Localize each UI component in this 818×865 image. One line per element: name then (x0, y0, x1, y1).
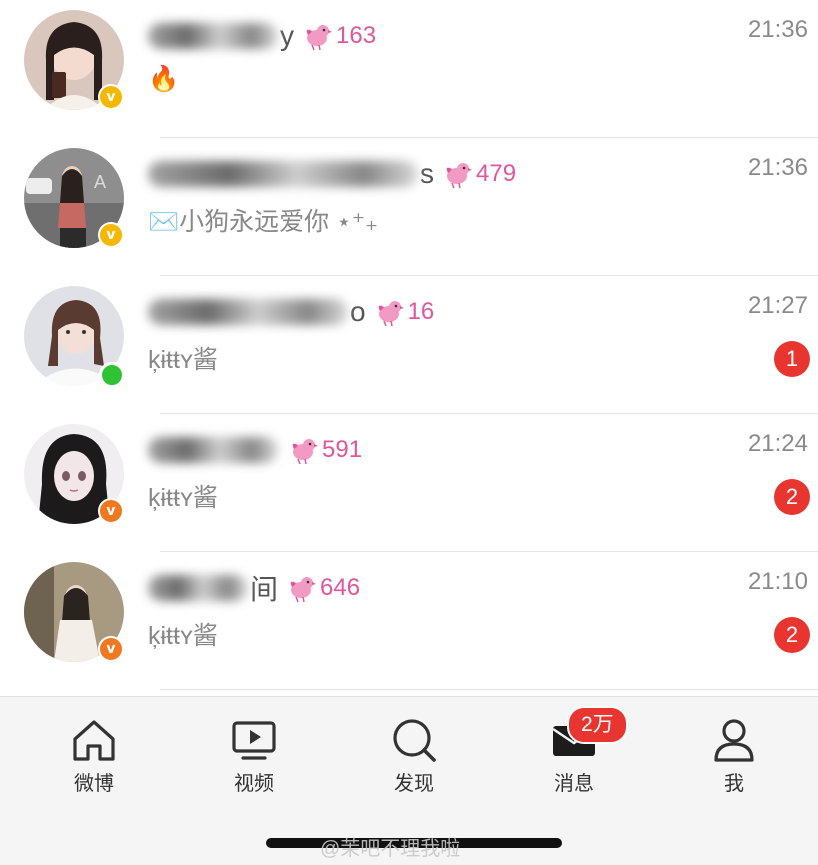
svg-text:A: A (94, 172, 106, 192)
conversation-row[interactable]: v 间 646 21:10 ķɨŧŧʏ酱 2 (0, 552, 818, 690)
message-preview: 🔥 (148, 64, 183, 94)
divider (160, 689, 818, 690)
fan-count: 591 (322, 436, 363, 463)
message-time: 21:36 (747, 154, 808, 181)
video-icon (232, 721, 276, 760)
message-time: 21:10 (747, 568, 808, 595)
fan-count: 646 (320, 574, 361, 601)
conversation-list: v y 163 21:36 🔥 A v s 479 21:36 ✉️小狗永远爱你… (0, 0, 818, 696)
message-preview: ķɨŧŧʏ酱 (148, 622, 218, 650)
contact-name: s 479 (148, 152, 516, 196)
tab-label: 微博 (74, 773, 114, 795)
fan-bird-icon (290, 577, 317, 603)
message-preview: ķɨŧŧʏ酱 (148, 484, 218, 512)
fan-bird-icon (446, 163, 472, 189)
fan-count: 163 (336, 22, 377, 49)
message-preview: ķɨŧŧʏ酱 (148, 346, 218, 374)
message-time: 21:27 (747, 292, 808, 319)
conversation-row[interactable]: v 591 21:24 ķɨŧŧʏ酱 2 (0, 414, 818, 552)
contact-name: o 16 (148, 290, 434, 334)
unread-count-badge: 2 (774, 617, 810, 653)
blurred-name (148, 23, 278, 49)
name-visible-part: y (280, 20, 294, 51)
home-icon (73, 720, 115, 761)
message-time: 21:24 (747, 430, 808, 457)
fan-bird-icon (378, 301, 404, 327)
tab-discover[interactable]: 发现 (354, 717, 474, 797)
fire-emoji: 🔥 (148, 64, 180, 93)
fan-count: 479 (476, 160, 517, 187)
contact-name: 591 (148, 428, 362, 472)
contact-name: 间 646 (148, 566, 360, 610)
online-status-dot (99, 362, 125, 388)
blurred-name (148, 575, 248, 601)
tab-label: 发现 (394, 773, 434, 795)
blurred-name (148, 437, 278, 463)
messages-unread-badge: 2万 (567, 706, 628, 744)
watermark: @茉吧不理我啦 (320, 838, 461, 860)
tab-label: 视频 (234, 773, 274, 795)
fan-bird-icon (292, 439, 318, 465)
unread-count-badge: 1 (774, 341, 810, 377)
message-preview: ✉️小狗永远爱你 ⋆⁺₊ (148, 208, 379, 236)
name-visible-part: o (350, 296, 366, 327)
verified-badge: v (98, 222, 124, 248)
search-icon (393, 719, 436, 762)
verified-badge: v (98, 636, 124, 662)
name-visible-part: 间 (250, 574, 279, 605)
conversation-row[interactable]: o 16 21:27 ķɨŧŧʏ酱 1 (0, 276, 818, 414)
tab-video[interactable]: 视频 (194, 717, 314, 797)
profile-icon (714, 719, 754, 762)
tab-label: 我 (724, 773, 744, 795)
tab-me[interactable]: 我 (674, 717, 794, 797)
messages-screen: v y 163 21:36 🔥 A v s 479 21:36 ✉️小狗永远爱你… (0, 0, 818, 865)
tab-label: 消息 (554, 773, 594, 795)
message-time: 21:36 (747, 16, 808, 43)
verified-badge: v (98, 498, 124, 524)
conversation-row[interactable]: v y 163 21:36 🔥 (0, 0, 818, 138)
name-visible-part: s (420, 158, 434, 189)
conversation-row[interactable]: A v s 479 21:36 ✉️小狗永远爱你 ⋆⁺₊ (0, 138, 818, 276)
fan-count: 16 (407, 298, 435, 325)
blurred-name (148, 161, 418, 187)
fan-bird-icon (306, 25, 332, 51)
tab-weibo[interactable]: 微博 (34, 717, 154, 797)
verified-badge: v (98, 84, 124, 110)
blurred-name (148, 299, 348, 325)
unread-count-badge: 2 (774, 479, 810, 515)
contact-name: y 163 (148, 14, 376, 58)
